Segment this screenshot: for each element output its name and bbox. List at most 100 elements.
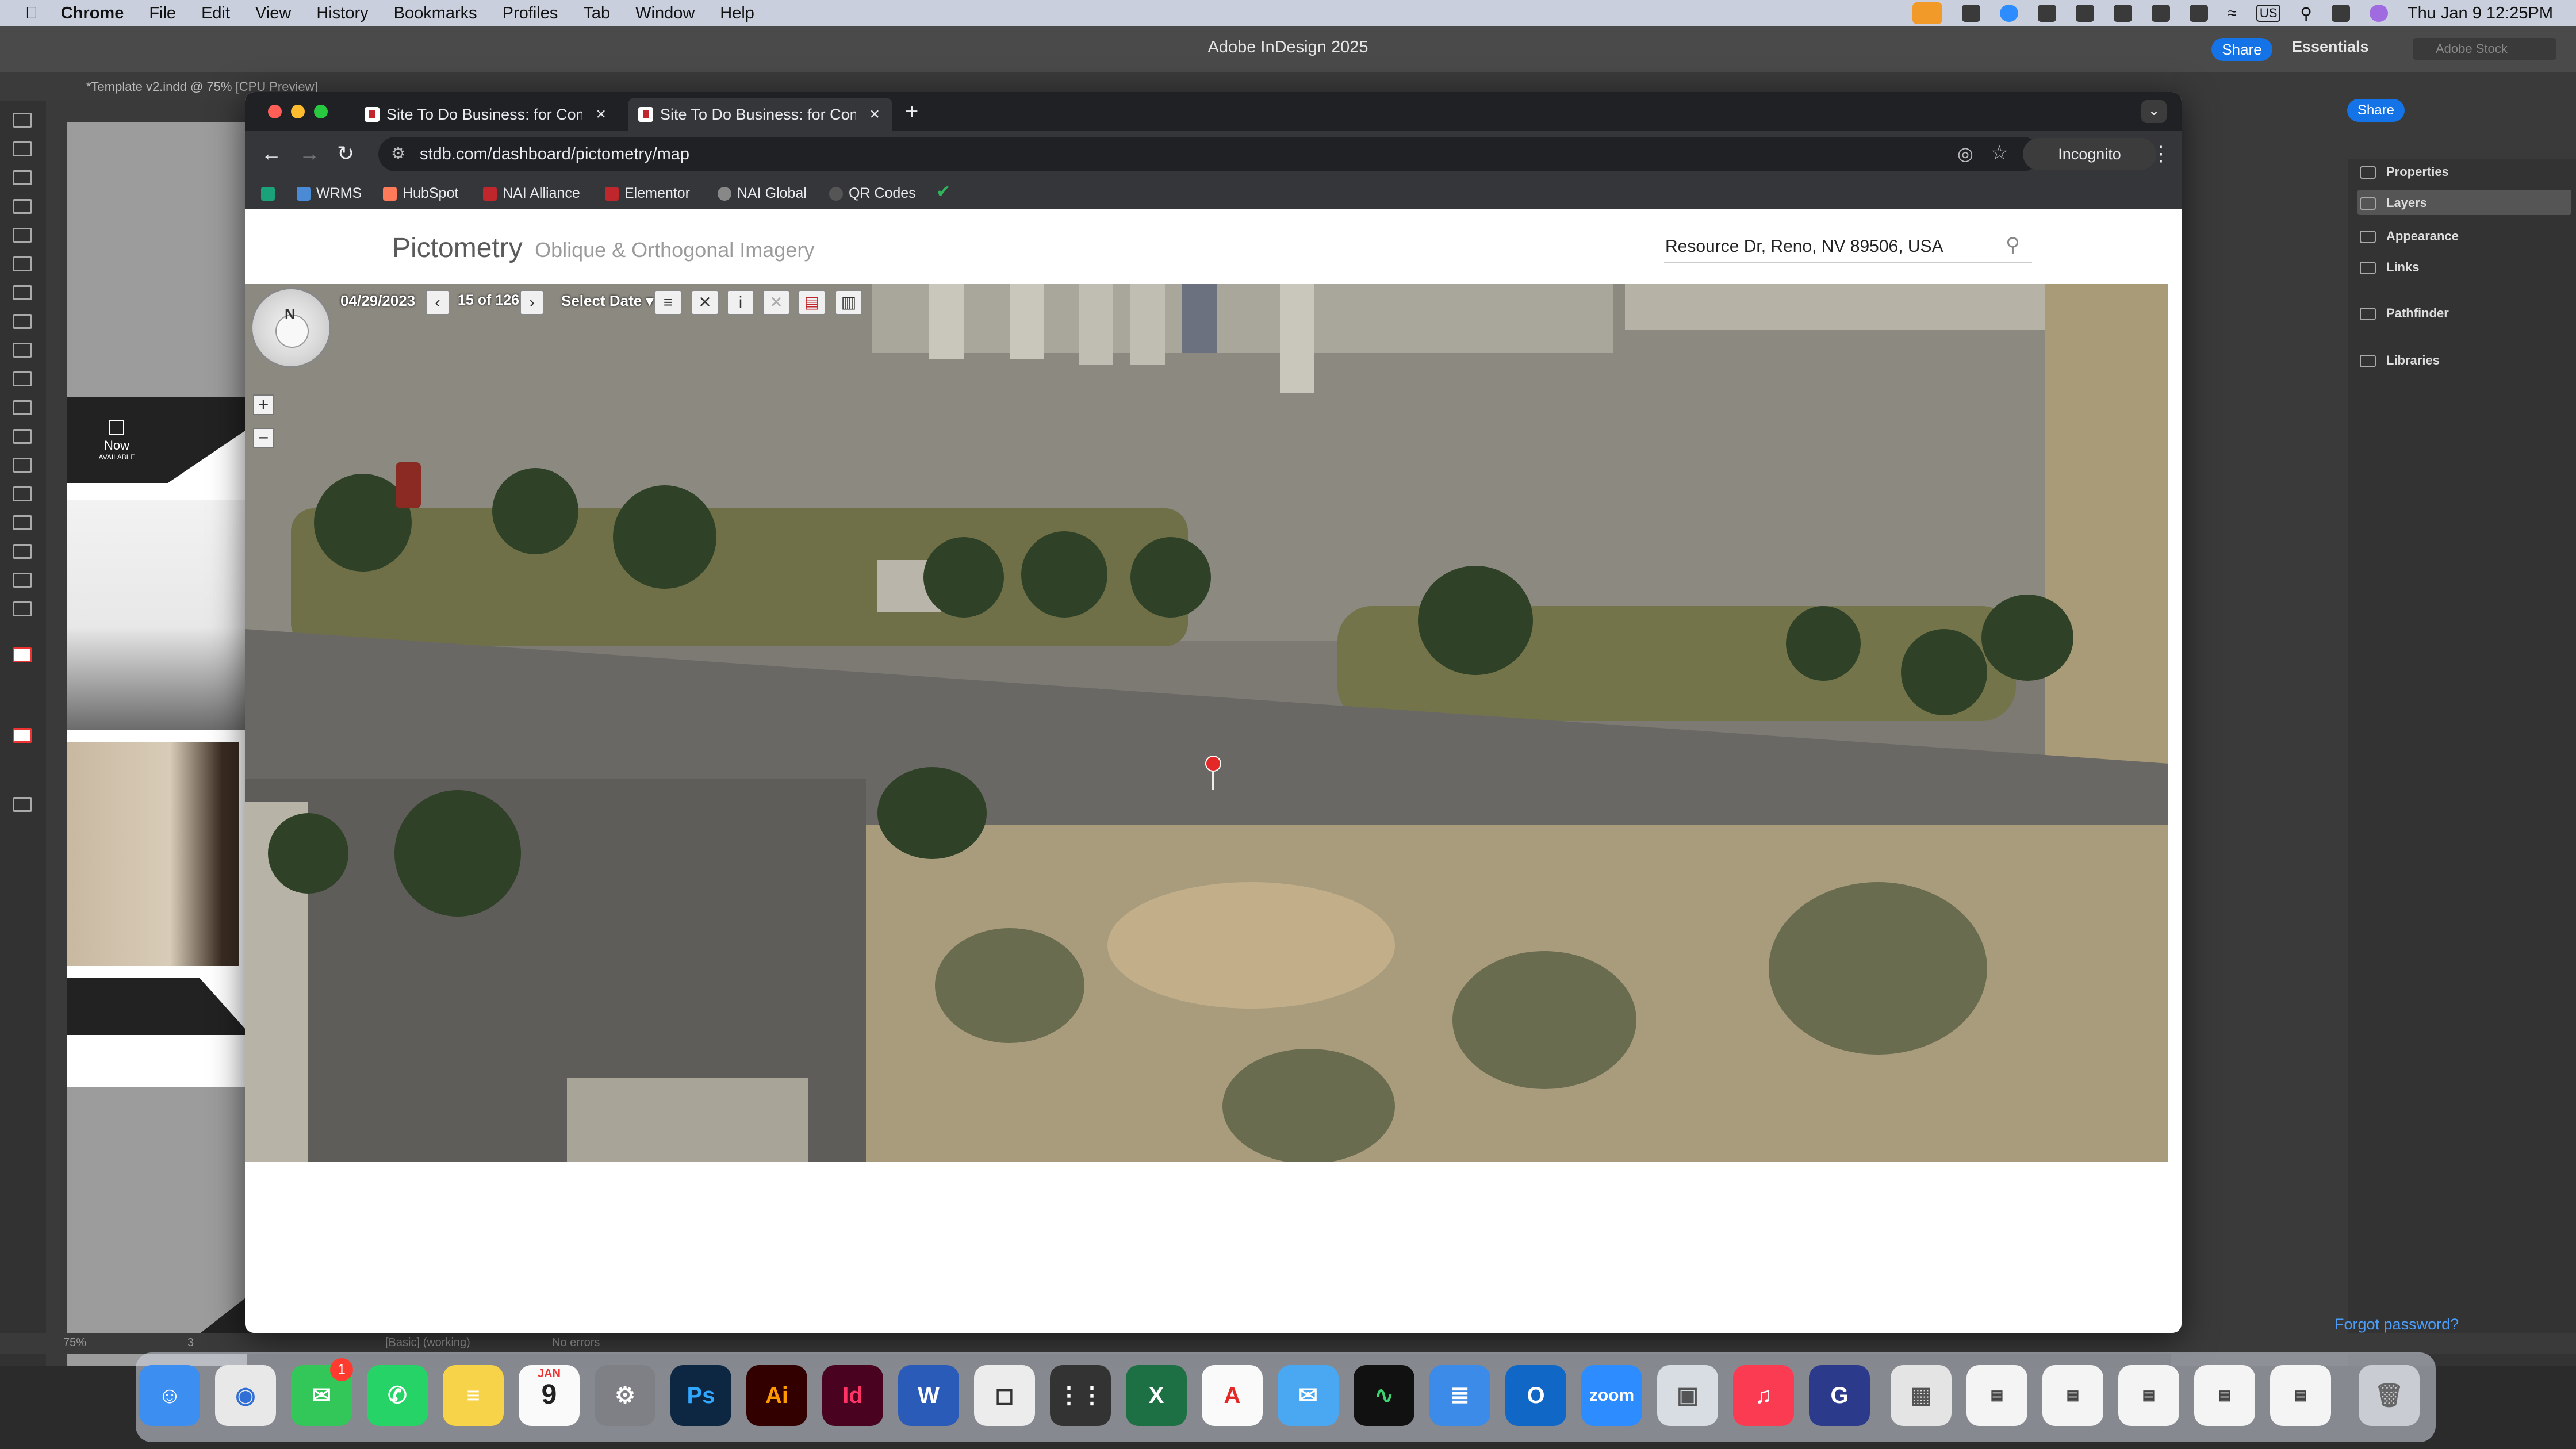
menu-bookmarks[interactable]: Bookmarks xyxy=(394,4,477,23)
gap-tool-icon[interactable] xyxy=(13,199,32,214)
bookmark-item[interactable] xyxy=(261,185,281,202)
panel-share-button[interactable]: Share xyxy=(2347,99,2405,122)
previous-image-button[interactable]: ‹ xyxy=(425,290,450,315)
creative-cloud-tray-icon[interactable] xyxy=(2038,5,2057,22)
browser-tab[interactable]: Site To Do Business: for Commercial Real… xyxy=(354,98,619,131)
dock-zoom[interactable]: zoom xyxy=(1581,1365,1642,1426)
panel-properties[interactable]: Properties xyxy=(2360,164,2449,179)
menu-history[interactable]: History xyxy=(316,4,368,23)
menu-file[interactable]: File xyxy=(149,4,176,23)
dock-notes[interactable]: ≡ xyxy=(443,1365,504,1426)
scissors-tool-icon[interactable] xyxy=(13,429,32,444)
checkmark-bookmark-icon[interactable]: ✔ xyxy=(936,182,950,202)
apple-icon[interactable]:  xyxy=(25,4,38,23)
aerial-map[interactable]: N + − 04/29/2023 ‹ 15 of 126 › Select Da… xyxy=(245,284,2168,1162)
panel-layers[interactable]: Layers xyxy=(2360,195,2427,210)
dock-grammarly[interactable]: G xyxy=(1809,1365,1870,1426)
dock-chrome[interactable]: ◉ xyxy=(215,1365,276,1426)
layers-icon[interactable]: ≡ xyxy=(654,290,682,315)
dock-finder[interactable]: ☺ xyxy=(139,1365,200,1426)
page-tool-icon[interactable] xyxy=(13,170,32,185)
direct-selection-tool-icon[interactable] xyxy=(13,141,32,156)
measure-tools-icon[interactable]: ✕ xyxy=(691,290,719,315)
dock-indesign[interactable]: Id xyxy=(822,1365,883,1426)
clear-icon[interactable]: ✕ xyxy=(762,290,790,315)
bookmark-wrms[interactable]: WRMS xyxy=(297,185,362,202)
search-icon[interactable]: ⚲ xyxy=(2300,4,2312,23)
pen-tool-icon[interactable] xyxy=(13,314,32,329)
compass-rotate-control[interactable]: N xyxy=(251,288,331,368)
browser-tab-active[interactable]: Site To Do Business: for Commercial Real… xyxy=(628,98,892,131)
info-tool-icon[interactable]: i xyxy=(727,290,754,315)
hand-tool-icon[interactable] xyxy=(13,573,32,588)
dock-activity-monitor[interactable]: ∿ xyxy=(1354,1365,1414,1426)
pdf-export-icon[interactable]: ▤ xyxy=(798,290,826,315)
page-number[interactable]: 3 xyxy=(187,1336,194,1350)
dock-window-thumbnail[interactable]: ▤ xyxy=(2118,1365,2179,1426)
forward-icon[interactable]: → xyxy=(299,141,320,166)
zoom-tray-icon[interactable] xyxy=(2000,5,2019,22)
dock-archive[interactable]: ▦ xyxy=(1891,1365,1952,1426)
dock-music[interactable]: ♫ xyxy=(1733,1365,1794,1426)
bookmark-hubspot[interactable]: HubSpot xyxy=(383,185,458,202)
pencil-tool-icon[interactable] xyxy=(13,343,32,358)
display-tray-icon[interactable] xyxy=(2190,5,2209,22)
site-info-icon[interactable]: ⚙ xyxy=(391,144,405,163)
rectangle-tool-icon[interactable] xyxy=(13,400,32,415)
dock-word[interactable]: W xyxy=(898,1365,959,1426)
dock-calculator[interactable]: ⋮⋮ xyxy=(1050,1365,1111,1426)
next-image-button[interactable]: › xyxy=(520,290,544,315)
url-text[interactable]: stdb.com/dashboard/pictometry/map xyxy=(420,145,689,164)
zoom-out-button[interactable]: − xyxy=(253,428,274,448)
bookmark-elementor[interactable]: Elementor xyxy=(605,185,690,202)
dock-docs[interactable]: ≣ xyxy=(1429,1365,1490,1426)
menu-profiles[interactable]: Profiles xyxy=(503,4,558,23)
dock-screenshot[interactable]: ◻ xyxy=(974,1365,1035,1426)
dock-window-thumbnail[interactable]: ▤ xyxy=(1966,1365,2027,1426)
maximize-window-button[interactable] xyxy=(314,105,328,118)
microphone-icon[interactable] xyxy=(1912,2,1943,24)
close-tab-icon[interactable]: × xyxy=(869,105,880,124)
selection-tool-icon[interactable] xyxy=(13,113,32,128)
minimize-window-button[interactable] xyxy=(291,105,305,118)
menu-view[interactable]: View xyxy=(255,4,291,23)
bookmark-qr-codes[interactable]: QR Codes xyxy=(829,185,916,202)
panel-libraries[interactable]: Libraries xyxy=(2360,353,2440,368)
dock-calendar[interactable]: JAN 9 xyxy=(519,1365,580,1426)
chrome-menu-icon[interactable]: ⋮ xyxy=(2150,141,2171,166)
type-tool-icon[interactable] xyxy=(13,256,32,271)
adobe-tray-icon[interactable] xyxy=(2114,5,2133,22)
address-search-input[interactable] xyxy=(1664,235,1988,259)
fill-stroke-icon[interactable] xyxy=(13,647,32,662)
dock-window-thumbnail[interactable]: ▤ xyxy=(2194,1365,2255,1426)
split-view-icon[interactable]: ▥ xyxy=(835,290,862,315)
menu-tab[interactable]: Tab xyxy=(583,4,610,23)
bookmark-nai-global[interactable]: NAI Global xyxy=(718,185,807,202)
content-collector-icon[interactable] xyxy=(13,228,32,243)
dock-excel[interactable]: X xyxy=(1126,1365,1187,1426)
bookmark-star-icon[interactable]: ☆ xyxy=(1991,141,2008,164)
menu-edit[interactable]: Edit xyxy=(201,4,230,23)
menu-clock[interactable]: Thu Jan 9 12:25PM xyxy=(2408,4,2553,23)
note-tool-icon[interactable] xyxy=(13,515,32,530)
reload-icon[interactable]: ↻ xyxy=(337,141,354,166)
dock-trash[interactable]: 🗑 xyxy=(2359,1365,2420,1426)
panel-appearance[interactable]: Appearance xyxy=(2360,229,2459,244)
dock-mail[interactable]: ✉ xyxy=(1278,1365,1339,1426)
dock-window-thumbnail[interactable]: ▤ xyxy=(2270,1365,2331,1426)
close-tab-icon[interactable]: × xyxy=(596,105,606,124)
menu-help[interactable]: Help xyxy=(720,4,754,23)
dock-outlook[interactable]: O xyxy=(1505,1365,1566,1426)
line-tool-icon[interactable] xyxy=(13,285,32,300)
panel-pathfinder[interactable]: Pathfinder xyxy=(2360,306,2449,321)
dock-whatsapp[interactable]: ✆ xyxy=(367,1365,428,1426)
dock-photoshop[interactable]: Ps xyxy=(670,1365,731,1426)
wifi-icon[interactable]: ≈ xyxy=(2228,4,2236,22)
search-icon[interactable]: ⚲ xyxy=(2006,233,2020,256)
close-window-button[interactable] xyxy=(268,105,282,118)
apply-none-icon[interactable] xyxy=(13,728,32,743)
grid-tray-icon[interactable] xyxy=(2152,5,2171,22)
dropbox-tray-icon[interactable] xyxy=(2076,5,2095,22)
gradient-tool-icon[interactable] xyxy=(13,486,32,501)
eyedropper-tool-icon[interactable] xyxy=(13,544,32,559)
